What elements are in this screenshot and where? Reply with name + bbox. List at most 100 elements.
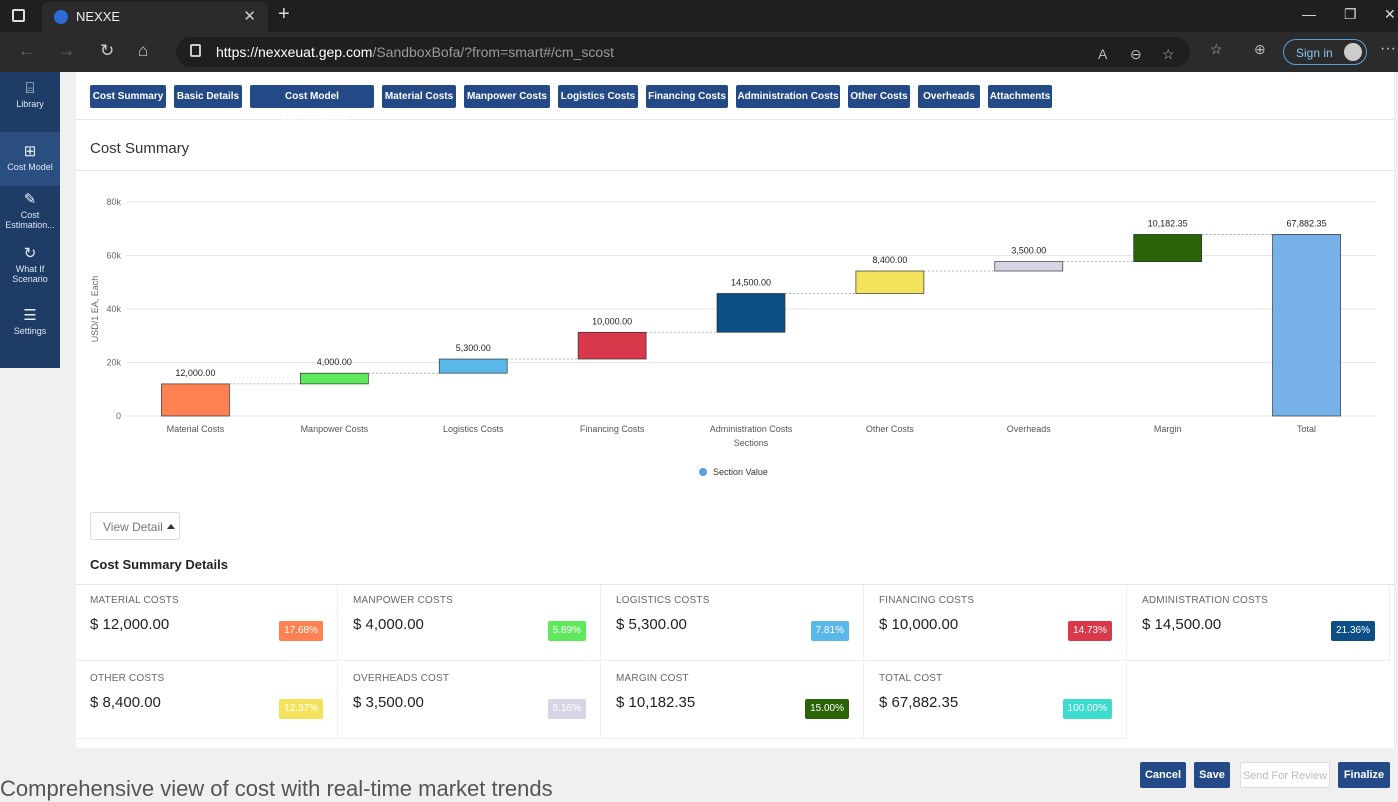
back-icon[interactable]: ← — [18, 41, 35, 61]
minimize-icon[interactable]: — — [1302, 6, 1316, 22]
tab-manpower-costs[interactable]: Manpower Costs — [464, 85, 550, 108]
bar — [1272, 234, 1341, 417]
forward-icon[interactable]: → — [58, 41, 75, 61]
favorites-icon[interactable]: ☆ — [1210, 41, 1223, 58]
new-tab-icon[interactable]: + — [278, 3, 290, 26]
address-bar-row: ← → ↻ ⌂ https://nexxeuat.gep.com/Sandbox… — [0, 32, 1398, 72]
x-tick-label: Overheads — [1007, 424, 1052, 434]
cost-detail-value: $ 14,500.00 — [1142, 616, 1222, 633]
cost-detail-cell: ADMINISTRATION COSTS $ 14,500.00 21.36% — [1128, 585, 1390, 661]
tab-logistics-costs[interactable]: Logistics Costs — [558, 85, 638, 108]
lock-icon — [190, 44, 201, 57]
sliders-icon: ☰ — [23, 307, 37, 324]
main-panel: Cost Summary Basic Details Cost Model Sp… — [76, 72, 1394, 748]
tab-cost-summary[interactable]: Cost Summary — [90, 85, 166, 108]
tab-attachments[interactable]: Attachments — [988, 85, 1052, 108]
cancel-button[interactable]: Cancel — [1140, 762, 1186, 788]
sidebar-item-cost-model[interactable]: ⊞ Cost Model — [0, 132, 60, 186]
cost-model-icon: ⊞ — [23, 143, 37, 160]
bar — [855, 270, 925, 294]
sidebar-item-label: What If Scenario — [12, 264, 48, 284]
y-tick-label: 60k — [106, 251, 121, 261]
cost-detail-cell: MATERIAL COSTS $ 12,000.00 17.68% — [76, 585, 338, 661]
read-aloud-icon[interactable]: A — [1098, 46, 1107, 62]
card-title: Cost Summary — [90, 140, 190, 157]
zoom-icon[interactable]: ⊖ — [1130, 46, 1142, 63]
tab-title: NEXXE — [76, 9, 121, 24]
percentage-badge: 14.73% — [1068, 621, 1112, 641]
data-label: 4,000.00 — [317, 357, 352, 367]
data-label: 10,182.35 — [1148, 218, 1188, 228]
cost-detail-cell: MANPOWER COSTS $ 4,000.00 5.89% — [339, 585, 601, 661]
sign-in-button[interactable]: Sign in — [1283, 39, 1367, 65]
favorite-add-icon[interactable]: ☆ — [1162, 46, 1175, 63]
details-title: Cost Summary Details — [90, 557, 228, 572]
browser-tab[interactable]: NEXXE ✕ — [42, 2, 268, 32]
sidebar-item-cost-estimation[interactable]: ✎ Cost Estimation... — [0, 190, 60, 238]
bar — [438, 358, 508, 374]
cost-detail-label: FINANCING COSTS — [879, 595, 975, 606]
cost-detail-cell: MARGIN COST $ 10,182.35 15.00% — [602, 663, 864, 739]
tab-basic-details[interactable]: Basic Details — [174, 85, 242, 108]
sidebar-item-settings[interactable]: ☰ Settings — [0, 306, 60, 346]
data-label: 3,500.00 — [1011, 246, 1046, 256]
tab-actions-icon[interactable] — [12, 9, 25, 22]
bar — [716, 293, 786, 333]
data-label: 67,882.35 — [1287, 218, 1327, 228]
more-icon[interactable]: ··· — [1380, 40, 1396, 58]
x-tick-label: Administration Costs — [710, 424, 793, 434]
y-tick-label: 0 — [116, 411, 121, 421]
app-sidebar: ⌸ Library ⊞ Cost Model ✎ Cost Estimation… — [0, 72, 60, 368]
save-button[interactable]: Save — [1194, 762, 1230, 788]
cost-detail-label: MARGIN COST — [616, 673, 689, 684]
cost-detail-value: $ 8,400.00 — [90, 694, 161, 711]
y-tick-label: 40k — [106, 304, 121, 314]
legend-label: Section Value — [713, 467, 768, 477]
finalize-button[interactable]: Finalize — [1338, 762, 1390, 788]
cost-detail-cell: OTHER COSTS $ 8,400.00 12.37% — [76, 663, 338, 739]
x-tick-label: Financing Costs — [580, 424, 645, 434]
view-detail-button[interactable]: View Detail — [90, 512, 180, 540]
percentage-badge: 7.81% — [810, 621, 849, 641]
sidebar-item-label: Cost Model — [7, 162, 53, 172]
tab-material-costs[interactable]: Material Costs — [382, 85, 456, 108]
x-tick-label: Material Costs — [167, 424, 225, 434]
data-label: 14,500.00 — [731, 277, 771, 287]
x-axis-title: Sections — [734, 438, 769, 448]
cost-detail-cell: OVERHEADS COST $ 3,500.00 5.16% — [339, 663, 601, 739]
tab-overheads[interactable]: Overheads — [918, 85, 980, 108]
percentage-badge: 12.37% — [279, 699, 323, 719]
restore-icon[interactable]: ❐ — [1344, 6, 1357, 23]
tab-other-costs[interactable]: Other Costs — [848, 85, 910, 108]
cost-detail-value: $ 5,300.00 — [616, 616, 687, 633]
tab-administration-costs[interactable]: Administration Costs — [736, 85, 840, 108]
close-tab-icon[interactable]: ✕ — [243, 7, 256, 25]
sidebar-item-what-if-scenario[interactable]: ↻ What If Scenario — [0, 244, 60, 292]
refresh-icon[interactable]: ↻ — [100, 41, 114, 61]
tab-financing-costs[interactable]: Financing Costs — [646, 85, 728, 108]
cost-detail-value: $ 10,000.00 — [879, 616, 959, 633]
collections-icon[interactable]: ⊕ — [1254, 41, 1266, 58]
sidebar-item-label: Cost Estimation... — [5, 210, 55, 230]
waterfall-chart: 0 20k 40k 60k 80k USD/1 EA, Each 12,000.00 Mate… — [90, 197, 1376, 477]
y-tick-label: 20k — [106, 358, 121, 368]
send-for-review-button[interactable]: Send For Review — [1240, 762, 1330, 788]
percentage-badge: 17.68% — [279, 621, 323, 641]
percentage-badge: 21.36% — [1331, 621, 1375, 641]
x-tick-label: Manpower Costs — [301, 424, 369, 434]
url-field[interactable]: https://nexxeuat.gep.com/SandboxBofa/?fr… — [176, 37, 1190, 67]
sidebar-item-library[interactable]: ⌸ Library — [0, 80, 60, 128]
page-caption: Comprehensive view of cost with real-tim… — [0, 776, 553, 801]
cost-detail-value: $ 12,000.00 — [90, 616, 170, 633]
cost-detail-label: OTHER COSTS — [90, 673, 165, 684]
caret-up-icon — [167, 524, 175, 529]
cost-detail-cell: LOGISTICS COSTS $ 5,300.00 7.81% — [602, 585, 864, 661]
section-nav: Cost Summary Basic Details Cost Model Sp… — [76, 72, 1394, 125]
url-text: https://nexxeuat.gep.com/SandboxBofa/?fr… — [216, 44, 615, 60]
cost-detail-value: $ 4,000.00 — [353, 616, 424, 633]
tab-cost-model-specifications[interactable]: Cost Model Specifications — [250, 85, 374, 125]
close-window-icon[interactable]: ✕ — [1384, 6, 1396, 23]
home-icon[interactable]: ⌂ — [138, 41, 148, 61]
cost-detail-label: ADMINISTRATION COSTS — [1142, 595, 1269, 606]
edit-icon: ✎ — [23, 191, 37, 208]
